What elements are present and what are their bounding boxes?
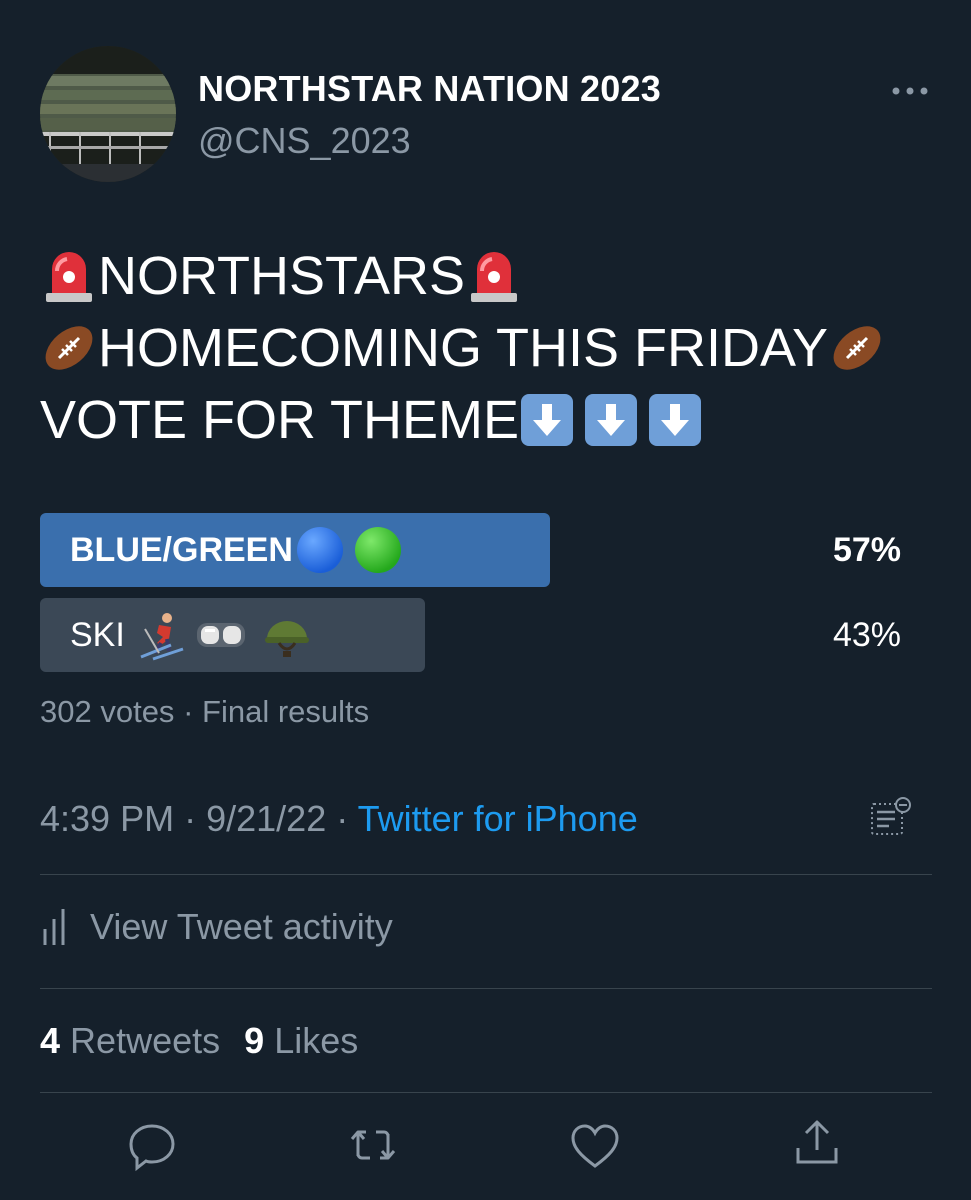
poll-summary-separator: · (183, 694, 194, 729)
tweet-line-2-text: HOMECOMING THIS FRIDAY (98, 318, 829, 378)
military-helmet-icon (261, 609, 313, 661)
view-tweet-activity-label: View Tweet activity (90, 906, 393, 947)
retweets-stat[interactable]: 4 Retweets (40, 1020, 230, 1061)
avatar[interactable] (40, 46, 176, 182)
poll-option-percent: 57% (832, 531, 901, 569)
football-icon (40, 319, 98, 377)
green-circle-icon (353, 525, 403, 575)
poll-option-percent: 43% (832, 616, 901, 654)
poll-option-ski: SKI (70, 598, 313, 672)
poll-status: Final results (202, 694, 370, 729)
down-arrow-icon (519, 392, 575, 448)
divider (40, 874, 932, 875)
like-icon[interactable] (568, 1120, 622, 1174)
retweets-count: 4 (40, 1020, 61, 1061)
tweet-line-2: HOMECOMING THIS FRIDAY (40, 312, 886, 384)
football-icon (828, 319, 886, 377)
tweet-source-link[interactable]: Twitter for iPhone (358, 798, 638, 839)
rotating-light-icon (465, 247, 523, 305)
tweet-stats: 4 Retweets 9 Likes (40, 1020, 358, 1062)
likes-count: 9 (244, 1020, 265, 1061)
goggles-icon (195, 609, 247, 661)
tweet-line-3: VOTE FOR THEME (40, 384, 711, 456)
poll-option-label: SKI (70, 615, 125, 654)
divider (40, 988, 932, 989)
retweet-icon[interactable] (346, 1118, 400, 1172)
meta-separator: · (184, 798, 197, 839)
down-arrow-icon (647, 392, 703, 448)
display-name[interactable]: NORTHSTAR NATION 2023 (198, 68, 661, 110)
hidden-replies-icon[interactable] (868, 796, 912, 840)
user-handle[interactable]: @CNS_2023 (198, 120, 411, 162)
down-arrow-icon (583, 392, 639, 448)
view-tweet-activity-link[interactable]: View Tweet activity (40, 902, 393, 952)
skier-icon (137, 609, 189, 661)
tweet-time: 4:39 PM (40, 798, 175, 839)
likes-stat[interactable]: 9 Likes (244, 1020, 358, 1061)
poll-summary: 302 votes · Final results (40, 694, 369, 730)
tweet-date: 9/21/22 (206, 798, 327, 839)
share-icon[interactable] (790, 1116, 844, 1170)
tweet-line-1: NORTHSTARS (40, 240, 523, 312)
avatar-photo (40, 46, 176, 182)
poll-option-label: BLUE/GREEN (70, 530, 293, 569)
tweet-line-1-text: NORTHSTARS (98, 246, 466, 306)
rotating-light-icon (40, 247, 98, 305)
reply-icon[interactable] (125, 1118, 179, 1172)
more-options-icon[interactable] (890, 84, 930, 96)
tweet-metadata: 4:39 PM · 9/21/22 · Twitter for iPhone (40, 798, 638, 840)
divider (40, 1092, 932, 1093)
poll-option-blue-green: BLUE/GREEN (70, 513, 403, 587)
analytics-icon (40, 905, 70, 949)
tweet-line-3-text: VOTE FOR THEME (40, 390, 520, 450)
poll-vote-count: 302 votes (40, 694, 175, 729)
retweets-label: Retweets (70, 1020, 221, 1061)
likes-label: Likes (274, 1020, 359, 1061)
blue-circle-icon (295, 525, 345, 575)
meta-separator: · (336, 798, 349, 839)
